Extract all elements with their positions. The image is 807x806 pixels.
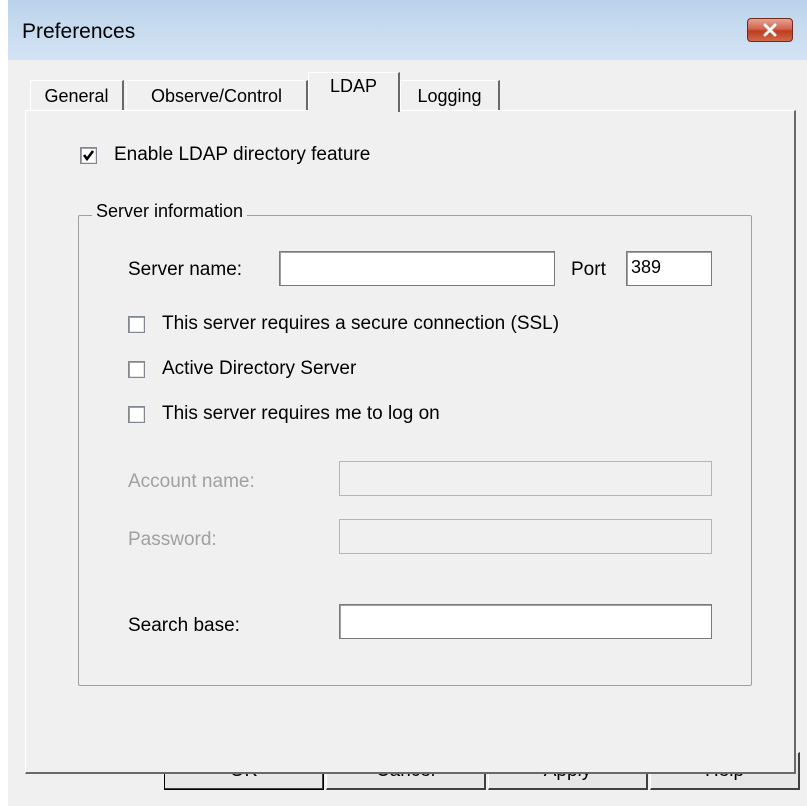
password-input[interactable] (339, 519, 712, 554)
server-name-input[interactable] (279, 251, 555, 286)
ssl-checkbox[interactable] (128, 316, 145, 333)
close-button[interactable] (747, 18, 793, 42)
port-label: Port (571, 259, 606, 280)
close-icon (763, 23, 777, 37)
tab-observe-control[interactable]: Observe/Control (126, 80, 308, 110)
password-label: Password: (128, 529, 217, 550)
active-directory-label: Active Directory Server (162, 358, 357, 379)
search-base-label: Search base: (128, 615, 240, 636)
ssl-label: This server requires a secure connection… (162, 313, 560, 334)
log-on-label: This server requires me to log on (162, 403, 440, 424)
tab-logging[interactable]: Logging (400, 80, 500, 110)
log-on-checkbox[interactable] (128, 406, 145, 423)
port-input[interactable]: 389 (626, 251, 712, 286)
account-name-label: Account name: (128, 471, 255, 492)
enable-ldap-label: Enable LDAP directory feature (114, 144, 371, 165)
window-left-edge (0, 0, 8, 806)
window-title: Preferences (22, 20, 136, 43)
preferences-window: Preferences General Observe/Control LDAP… (0, 0, 807, 806)
server-name-label: Server name: (128, 259, 243, 280)
search-base-input[interactable] (339, 604, 712, 639)
tab-general[interactable]: General (30, 80, 124, 110)
active-directory-checkbox[interactable] (128, 361, 145, 378)
account-name-input[interactable] (339, 461, 712, 496)
enable-ldap-checkbox[interactable] (80, 147, 97, 164)
tab-ldap[interactable]: LDAP (308, 72, 400, 112)
server-information-legend: Server information (92, 201, 248, 222)
checkmark-icon (82, 150, 95, 162)
